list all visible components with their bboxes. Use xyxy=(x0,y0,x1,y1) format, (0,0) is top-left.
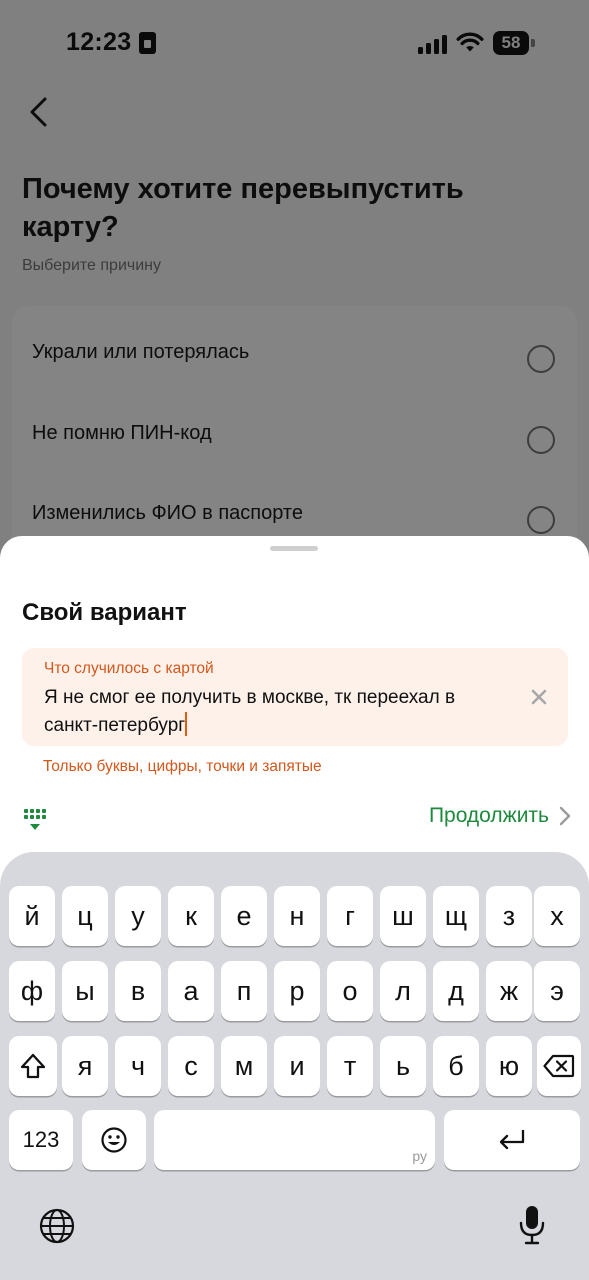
page-title: Почему хотите перевыпустить карту? xyxy=(22,173,464,243)
shift-icon xyxy=(20,1053,46,1079)
sim-card-icon xyxy=(139,32,156,54)
key[interactable]: з xyxy=(486,886,532,946)
space-key[interactable]: ру xyxy=(154,1110,435,1170)
key[interactable]: б xyxy=(433,1036,479,1096)
back-arrow-icon[interactable] xyxy=(24,94,56,130)
key[interactable]: ь xyxy=(380,1036,426,1096)
input-text: Я не смог ее получить в москве, тк перее… xyxy=(44,687,456,736)
input-value[interactable]: Я не смог ее получить в москве, тк перее… xyxy=(44,684,514,740)
option-label: Не помню ПИН-код xyxy=(32,422,212,444)
continue-button[interactable]: Продолжить xyxy=(429,804,571,828)
key[interactable]: х xyxy=(534,886,580,946)
radio-button[interactable] xyxy=(527,506,555,534)
battery-level: 58 xyxy=(501,33,521,52)
key[interactable]: а xyxy=(168,961,214,1021)
key[interactable]: н xyxy=(274,886,320,946)
option-label: Украли или потерялась xyxy=(32,341,250,363)
language-label: ру xyxy=(412,1148,427,1164)
backspace-icon xyxy=(543,1054,575,1078)
microphone-icon[interactable] xyxy=(517,1204,547,1246)
chevron-right-icon xyxy=(559,806,571,826)
emoji-key[interactable] xyxy=(82,1110,146,1170)
sheet-title: Свой вариант xyxy=(22,599,187,626)
key[interactable]: д xyxy=(433,961,479,1021)
input-toolbar: Продолжить xyxy=(0,798,589,846)
return-key[interactable] xyxy=(444,1110,580,1170)
status-time: 12:23 xyxy=(66,28,132,56)
return-icon xyxy=(499,1130,525,1150)
key[interactable]: э xyxy=(534,961,580,1021)
key[interactable]: я xyxy=(62,1036,108,1096)
key[interactable]: ц xyxy=(62,886,108,946)
key[interactable]: щ xyxy=(433,886,479,946)
continue-label: Продолжить xyxy=(428,804,549,827)
battery-icon: 58 xyxy=(493,31,535,55)
key[interactable]: ы xyxy=(62,961,108,1021)
text-caret xyxy=(185,712,188,736)
key[interactable]: ф xyxy=(9,961,55,1021)
key[interactable]: е xyxy=(221,886,267,946)
globe-icon[interactable] xyxy=(38,1207,76,1245)
wifi-icon xyxy=(456,32,484,52)
reason-options-card: Украли или потерялась Не помню ПИН-код И… xyxy=(12,306,577,566)
emoji-icon xyxy=(101,1127,127,1153)
sheet-grabber[interactable] xyxy=(270,546,318,551)
option-forgot-pin[interactable]: Не помню ПИН-код xyxy=(12,393,577,473)
key[interactable]: м xyxy=(221,1036,267,1096)
key[interactable]: о xyxy=(327,961,373,1021)
radio-button[interactable] xyxy=(527,426,555,454)
key[interactable]: л xyxy=(380,961,426,1021)
reason-text-field[interactable]: Что случилось с картой Я не смог ее полу… xyxy=(22,648,568,746)
input-label: Что случилось с картой xyxy=(44,660,214,677)
key[interactable]: ч xyxy=(115,1036,161,1096)
input-error-message: Только буквы, цифры, точки и запятые xyxy=(43,758,322,775)
key[interactable]: ш xyxy=(380,886,426,946)
key[interactable]: и xyxy=(274,1036,320,1096)
page-subtitle: Выберите причину xyxy=(22,257,161,274)
key[interactable]: у xyxy=(115,886,161,946)
shift-key[interactable] xyxy=(9,1036,57,1096)
status-bar: 12:23 58 xyxy=(0,0,589,88)
radio-button[interactable] xyxy=(527,345,555,373)
key[interactable]: ж xyxy=(486,961,532,1021)
key[interactable]: г xyxy=(327,886,373,946)
option-stolen-or-lost[interactable]: Украли или потерялась xyxy=(12,312,577,392)
backspace-key[interactable] xyxy=(537,1036,581,1096)
key[interactable]: т xyxy=(327,1036,373,1096)
key[interactable]: к xyxy=(168,886,214,946)
key[interactable]: р xyxy=(274,961,320,1021)
key[interactable]: с xyxy=(168,1036,214,1096)
key[interactable]: й xyxy=(9,886,55,946)
key[interactable]: п xyxy=(221,961,267,1021)
system-keyboard: й ц у к е н г ш щ з х ф ы в а п р о л д … xyxy=(0,852,589,1280)
signal-icon xyxy=(418,34,448,54)
key[interactable]: в xyxy=(115,961,161,1021)
clear-icon[interactable] xyxy=(528,686,550,708)
key[interactable]: ю xyxy=(486,1036,532,1096)
keypad-toggle-icon[interactable] xyxy=(22,806,48,834)
numbers-key[interactable]: 123 xyxy=(9,1110,73,1170)
